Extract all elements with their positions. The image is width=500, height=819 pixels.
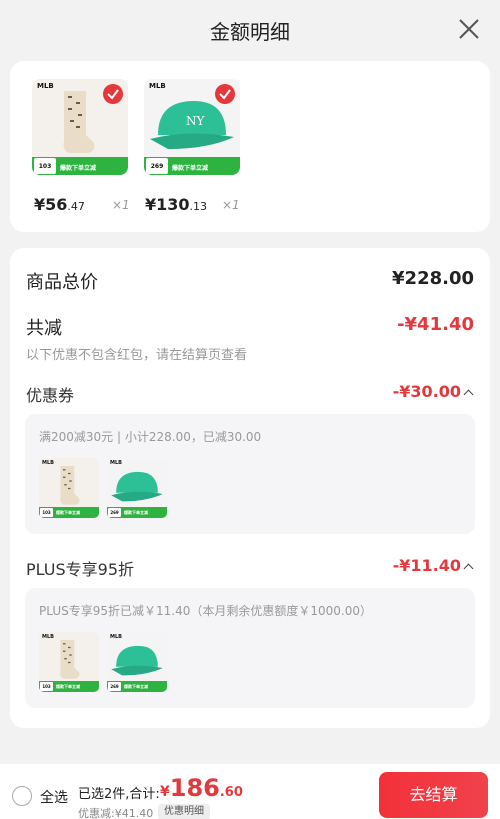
- product-image-socks[interactable]: MLB 103 爆款下单立减: [32, 79, 128, 175]
- coupon-label: 优惠券: [26, 386, 75, 405]
- checkout-button[interactable]: 去结算: [379, 772, 488, 818]
- product-price: ¥130.13: [145, 195, 208, 214]
- product-image-cap[interactable]: MLB NY 269 爆款下单立减: [144, 79, 240, 175]
- total-price-label: 商品总价: [26, 272, 98, 293]
- socks-illustration: [60, 640, 80, 679]
- plus-detail-box: PLUS专享95折已减￥11.40（本月剩余优惠额度￥1000.00） MLB …: [25, 588, 475, 708]
- socks-illustration: [63, 91, 95, 153]
- brand-label: MLB: [37, 82, 54, 90]
- selected-check-icon[interactable]: [103, 84, 123, 104]
- tag-price: 269: [146, 158, 168, 174]
- brand-label: MLB: [149, 82, 166, 90]
- plus-product-socks: MLB 103 爆款下单立减: [39, 632, 99, 692]
- chevron-up-icon: [463, 563, 474, 574]
- selected-check-icon[interactable]: [215, 84, 235, 104]
- cap-illustration: [111, 645, 163, 676]
- product-list-card: MLB 103 爆款下单立减 ¥56.47 ×1 MLB NY 269 爆款下单…: [10, 61, 490, 232]
- product-price: ¥56.47: [34, 195, 85, 214]
- plus-label: PLUS专享95折: [26, 560, 134, 579]
- promo-text: 爆款下单立减: [60, 165, 97, 172]
- coupon-value: -¥30.00: [392, 382, 461, 401]
- discount-note: 以下优惠不包含红包，请在结算页查看: [26, 348, 248, 363]
- plus-note: PLUS专享95折已减￥11.40（本月剩余优惠额度￥1000.00）: [39, 604, 372, 618]
- discount-detail-button[interactable]: 优惠明细: [158, 804, 210, 819]
- coupon-note: 满200减30元 | 小计228.00，已减30.00: [39, 430, 262, 444]
- coupon-product-cap: MLB 269 爆款下单立减: [107, 458, 167, 518]
- product-qty: ×1: [112, 198, 130, 212]
- checkout-bar: 全选 已选2件,合计: ¥186.60 优惠减:¥41.40 优惠明细 去结算: [0, 764, 500, 819]
- plus-product-cap: MLB 269 爆款下单立减: [107, 632, 167, 692]
- svg-text:NY: NY: [186, 114, 206, 128]
- promo-text: 爆款下单立减: [172, 165, 209, 172]
- promo-banner: 269 爆款下单立减: [144, 157, 240, 175]
- cap-illustration: [111, 471, 163, 502]
- coupon-detail-box: 满200减30元 | 小计228.00，已减30.00 MLB 103 爆款下单立…: [25, 414, 475, 534]
- promo-banner: 103 爆款下单立减: [32, 157, 128, 175]
- chevron-up-icon: [463, 389, 474, 400]
- plus-value: -¥11.40: [392, 556, 461, 575]
- close-icon[interactable]: [458, 18, 480, 40]
- select-all-label[interactable]: 全选: [40, 787, 68, 807]
- discount-label: 共减: [26, 318, 62, 339]
- saved-amount: 优惠减:¥41.40: [78, 807, 154, 819]
- coupon-toggle[interactable]: -¥30.00: [392, 382, 474, 401]
- modal-header: 金额明细: [0, 0, 500, 60]
- coupon-product-socks: MLB 103 爆款下单立减: [39, 458, 99, 518]
- plus-toggle[interactable]: -¥11.40: [392, 556, 474, 575]
- price-summary-card: 商品总价 ¥228.00 共减 -¥41.40 以下优惠不包含红包，请在结算页查…: [10, 248, 490, 728]
- product-qty: ×1: [222, 198, 240, 212]
- page-title: 金额明细: [210, 20, 290, 44]
- discount-value: -¥41.40: [397, 314, 474, 335]
- total-price-value: ¥228.00: [392, 268, 474, 289]
- total-amount: ¥186.60: [160, 774, 243, 802]
- select-all-radio[interactable]: [12, 786, 32, 806]
- tag-price: 103: [34, 158, 56, 174]
- selected-count: 已选2件,合计:: [78, 787, 160, 802]
- socks-illustration: [60, 466, 80, 505]
